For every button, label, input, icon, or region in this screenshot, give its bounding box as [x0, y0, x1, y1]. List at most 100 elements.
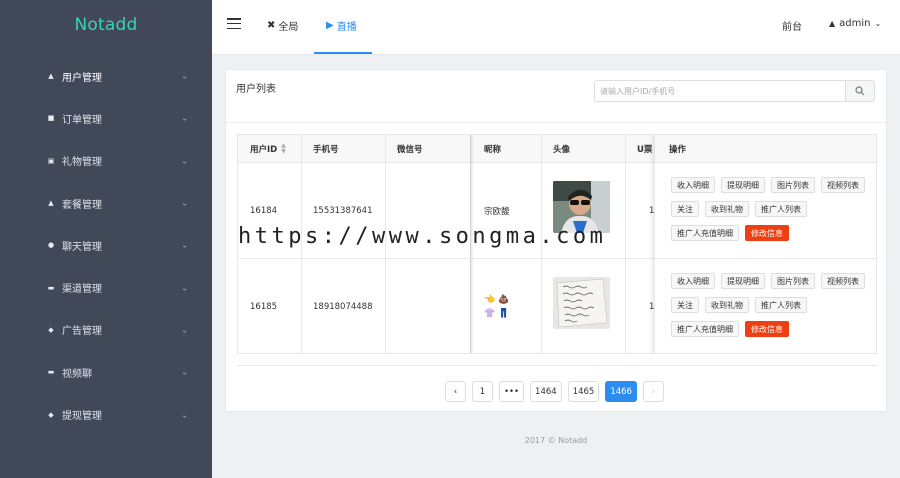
cell-wechat [385, 163, 470, 258]
play-icon: ▶ [326, 20, 334, 31]
sidebar: Notadd ▲ 用户管理 ⌄ ■ 订单管理 ⌄ ▣ 礼物管理 ⌄ ▲ 套餐管理… [0, 0, 212, 478]
withdraw-detail-button[interactable]: 提现明细 [721, 177, 765, 193]
search-bar [594, 80, 875, 102]
tab-live[interactable]: ▶ 直播 [326, 18, 357, 33]
cell-phone: 18918074488 [313, 302, 373, 312]
actions-column: 操作 收入明细 提现明细 图片列表 视频列表 关注 收到礼物 推广人列表 推广人… [655, 135, 876, 353]
chevron-down-icon: ⌄ [181, 283, 188, 293]
edit-info-button[interactable]: 修改信息 [745, 321, 789, 337]
pagination: ‹ 1 ••• 1464 1465 1466 › [445, 381, 664, 402]
sidebar-item-label: 礼物管理 [62, 157, 102, 169]
image-list-button[interactable]: 图片列表 [771, 177, 815, 193]
image-list-button[interactable]: 图片列表 [771, 273, 815, 289]
tab-global-label: 全局 [278, 22, 299, 33]
user-icon: ▲ [48, 72, 54, 81]
gift-icon: ▣ [47, 156, 55, 165]
col-label: 用户ID [250, 145, 278, 155]
col-label: 手机号 [313, 145, 339, 155]
tab-global[interactable]: ✖ 全局 [267, 18, 298, 33]
app-logo[interactable]: Notadd [0, 0, 212, 50]
col-label: 昵称 [484, 145, 502, 155]
promoter-list-button[interactable]: 推广人列表 [755, 297, 807, 313]
col-actions: 操作 [655, 135, 876, 163]
folder-icon: ▬ [47, 283, 55, 292]
sort-icon[interactable]: ▲ ▼ [281, 143, 286, 155]
avatar-photo [553, 181, 610, 233]
active-tab-indicator [314, 52, 372, 54]
sidebar-item-video-chat[interactable]: ▬ 视频聊 ⌄ [0, 351, 212, 393]
user-icon: ▲ [829, 19, 836, 28]
tab-live-label: 直播 [336, 22, 357, 33]
col-user-id[interactable]: 用户ID ▲ ▼ [238, 135, 301, 163]
chevron-down-icon: ⌄ [181, 240, 188, 250]
user-menu[interactable]: ▲ admin ⌄ [829, 18, 881, 29]
page-button-current[interactable]: 1466 [605, 381, 637, 402]
follow-button[interactable]: 关注 [671, 201, 699, 217]
tools-icon: ✖ [267, 20, 276, 31]
col-nickname: 昵称 [472, 135, 541, 163]
col-wechat: 微信号 [385, 135, 470, 163]
cell-wechat [385, 259, 470, 353]
withdraw-detail-button[interactable]: 提现明细 [721, 273, 765, 289]
page-button[interactable]: 1 [472, 381, 493, 402]
user-table: 用户ID ▲ ▼ 手机号 微信号 昵称 头像 U票 16184 155313876… [237, 134, 877, 354]
sidebar-item-gifts[interactable]: ▣ 礼物管理 ⌄ [0, 140, 212, 182]
search-icon [855, 86, 865, 96]
sidebar-item-label: 渠道管理 [62, 284, 102, 296]
chat-icon: ● [47, 241, 55, 250]
page-button[interactable]: 1464 [530, 381, 562, 402]
chevron-down-icon: ⌄ [181, 156, 188, 166]
menu-toggle-icon[interactable] [227, 18, 241, 29]
video-list-button[interactable]: 视频列表 [821, 273, 865, 289]
top-header: ✖ 全局 ▶ 直播 前台 ▲ admin ⌄ [212, 0, 900, 55]
avatar [553, 181, 610, 233]
page-ellipsis[interactable]: ••• [499, 381, 525, 402]
list-icon: ■ [47, 114, 55, 123]
received-gifts-button[interactable]: 收到礼物 [705, 201, 749, 217]
sidebar-item-label: 广告管理 [62, 326, 102, 338]
promoter-recharge-button[interactable]: 推广人充值明细 [671, 225, 739, 241]
sidebar-item-label: 订单管理 [62, 114, 102, 126]
sidebar-item-users[interactable]: ▲ 用户管理 ⌄ [0, 55, 212, 97]
promoter-list-button[interactable]: 推广人列表 [755, 201, 807, 217]
promoter-recharge-button[interactable]: 推广人充值明细 [671, 321, 739, 337]
divider [226, 122, 886, 123]
video-list-button[interactable]: 视频列表 [821, 177, 865, 193]
col-label: 微信号 [397, 145, 423, 155]
cell-nickname: 👈 💩 👚 👖 [484, 295, 510, 319]
col-label: U票 [637, 145, 653, 155]
sidebar-item-packages[interactable]: ▲ 套餐管理 ⌄ [0, 182, 212, 224]
folder-icon: ▬ [47, 368, 55, 377]
frontend-label: 前台 [782, 22, 802, 33]
cell-user-id: 16185 [250, 302, 278, 312]
sidebar-item-chat[interactable]: ● 聊天管理 ⌄ [0, 224, 212, 266]
search-button[interactable] [845, 80, 875, 102]
footer: 2017 © Notadd [524, 436, 588, 445]
sidebar-item-label: 提现管理 [62, 411, 102, 423]
next-page-button[interactable]: › [642, 381, 664, 402]
follow-button[interactable]: 关注 [671, 297, 699, 313]
sidebar-item-orders[interactable]: ■ 订单管理 ⌄ [0, 97, 212, 139]
tag-icon: ◆ [48, 325, 54, 334]
chevron-down-icon: ⌄ [181, 367, 188, 377]
chevron-down-icon: ⌄ [181, 71, 188, 81]
page-button[interactable]: 1465 [567, 381, 600, 402]
income-detail-button[interactable]: 收入明细 [671, 273, 715, 289]
search-input[interactable] [594, 80, 845, 102]
avatar-photo [553, 277, 610, 329]
user-name: admin [839, 18, 871, 29]
cell-nickname: 宗欧馥 [484, 206, 510, 217]
received-gifts-button[interactable]: 收到礼物 [705, 297, 749, 313]
frontend-link[interactable]: 前台 [782, 18, 802, 33]
chevron-down-icon: ⌄ [874, 19, 882, 28]
sidebar-item-withdrawals[interactable]: ◆ 提现管理 ⌄ [0, 393, 212, 435]
flask-icon: ▲ [48, 199, 54, 208]
sidebar-item-channels[interactable]: ▬ 渠道管理 ⌄ [0, 266, 212, 308]
income-detail-button[interactable]: 收入明细 [671, 177, 715, 193]
col-phone: 手机号 [301, 135, 385, 163]
sidebar-item-ads[interactable]: ◆ 广告管理 ⌄ [0, 309, 212, 351]
prev-page-button[interactable]: ‹ [445, 381, 466, 402]
cell-user-id: 16184 [250, 205, 278, 216]
edit-info-button[interactable]: 修改信息 [745, 225, 789, 241]
sidebar-nav: ▲ 用户管理 ⌄ ■ 订单管理 ⌄ ▣ 礼物管理 ⌄ ▲ 套餐管理 ⌄ ● 聊天… [0, 55, 212, 436]
